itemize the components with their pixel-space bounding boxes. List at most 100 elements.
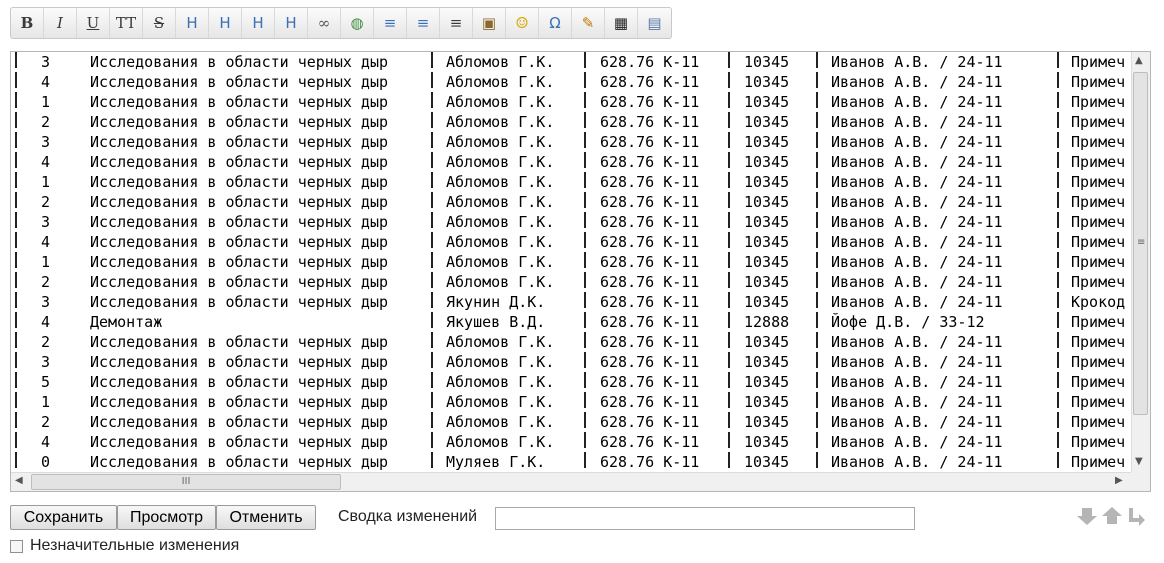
cell-note: Примеч bbox=[1071, 173, 1126, 191]
minor-edit-checkbox[interactable] bbox=[10, 539, 23, 553]
column-separator bbox=[728, 72, 730, 88]
table-row[interactable]: 2 Исследования в области черных дыр Абломо… bbox=[11, 272, 1131, 292]
heading-2-button[interactable]: H bbox=[209, 8, 242, 38]
table-row[interactable]: 2 Исследования в области черных дыр Абломо… bbox=[11, 412, 1131, 432]
indent-button[interactable]: ≡ bbox=[440, 8, 473, 38]
italic-button[interactable]: I bbox=[44, 8, 77, 38]
underline-button[interactable]: U bbox=[77, 8, 110, 38]
editor-content[interactable]: 3 Исследования в области черных дыр Абломо… bbox=[11, 52, 1131, 472]
summary-input[interactable] bbox=[495, 507, 915, 530]
column-separator bbox=[816, 312, 818, 328]
vertical-scroll-thumb[interactable]: ≡ bbox=[1133, 72, 1148, 415]
table-row[interactable]: 1 Исследования в области черных дыр Абломо… bbox=[11, 92, 1131, 112]
bold-button[interactable]: B bbox=[11, 8, 44, 38]
globe-link-button[interactable]: ◍ bbox=[341, 8, 374, 38]
column-separator bbox=[1057, 212, 1059, 228]
cell-id: 10345 bbox=[744, 413, 790, 431]
arrow-down-icon[interactable] bbox=[1076, 506, 1098, 526]
preview-button[interactable]: Просмотр bbox=[117, 505, 216, 530]
table-row[interactable]: 2 Исследования в области черных дыр Абломо… bbox=[11, 332, 1131, 352]
column-separator bbox=[15, 52, 17, 68]
table-row[interactable]: 5 Исследования в области черных дыр Абломо… bbox=[11, 372, 1131, 392]
table-row[interactable]: 4 Демонтаж Якушев В.Д. 628.76 К-11 12888 Йофе… bbox=[11, 312, 1131, 332]
table-row[interactable]: 3 Исследования в области черных дыр Абломо… bbox=[11, 132, 1131, 152]
column-separator bbox=[584, 392, 586, 408]
column-separator bbox=[816, 392, 818, 408]
cell-title: Исследования в области черных дыр bbox=[90, 133, 389, 151]
column-separator bbox=[15, 92, 17, 108]
table-row[interactable]: 4 Исследования в области черных дыр Абломо… bbox=[11, 432, 1131, 452]
column-separator bbox=[584, 92, 586, 108]
template-button[interactable]: ▤ bbox=[638, 8, 671, 38]
column-separator bbox=[15, 292, 17, 308]
column-separator bbox=[816, 132, 818, 148]
cell-note: Крокод bbox=[1071, 293, 1126, 311]
arrow-up-icon[interactable] bbox=[1101, 506, 1123, 526]
strikethrough-button[interactable]: S bbox=[143, 8, 176, 38]
cell-title: Исследования в области черных дыр bbox=[90, 293, 389, 311]
wikitext-editor[interactable]: 3 Исследования в области черных дыр Абломо… bbox=[10, 51, 1151, 492]
column-separator bbox=[816, 52, 818, 68]
cell-num: 2 bbox=[41, 193, 51, 211]
table-row[interactable]: 1 Исследования в области черных дыр Абломо… bbox=[11, 252, 1131, 272]
cell-id: 10345 bbox=[744, 393, 790, 411]
cancel-button[interactable]: Отменить bbox=[216, 505, 316, 530]
heading-3-button[interactable]: H bbox=[242, 8, 275, 38]
cell-author: Якунин Д.К. bbox=[446, 293, 546, 311]
cell-note: Примеч bbox=[1071, 113, 1126, 131]
cell-resp: Иванов А.В. / 24-11 bbox=[831, 93, 1003, 111]
resize-corner[interactable] bbox=[1131, 472, 1150, 491]
minor-edit-option[interactable]: Незначительные изменения bbox=[10, 537, 239, 555]
cell-title: Исследования в области черных дыр bbox=[90, 253, 389, 271]
column-separator bbox=[431, 352, 433, 368]
column-separator bbox=[431, 172, 433, 188]
signature-button[interactable]: ✎ bbox=[572, 8, 605, 38]
image-button[interactable]: ▣ bbox=[473, 8, 506, 38]
cell-note: Примеч bbox=[1071, 453, 1126, 471]
table-button[interactable]: ▦ bbox=[605, 8, 638, 38]
scroll-down-icon[interactable]: ▼ bbox=[1135, 456, 1143, 467]
vertical-scrollbar[interactable]: ▲ ≡ ▼ bbox=[1131, 52, 1150, 472]
column-separator bbox=[816, 232, 818, 248]
cell-note: Примеч bbox=[1071, 433, 1126, 451]
table-row[interactable]: 1 Исследования в области черных дыр Абломо… bbox=[11, 392, 1131, 412]
horizontal-scroll-thumb[interactable]: III bbox=[31, 474, 341, 490]
omega-button[interactable]: Ω bbox=[539, 8, 572, 38]
cell-author: Абломов Г.К. bbox=[446, 193, 555, 211]
heading-4-button[interactable]: H bbox=[275, 8, 308, 38]
scroll-left-icon[interactable]: ◀ bbox=[15, 475, 23, 486]
table-row[interactable]: 3 Исследования в области черных дыр Абломо… bbox=[11, 352, 1131, 372]
horizontal-scrollbar[interactable]: ◀ III ▶ bbox=[11, 472, 1131, 491]
table-row[interactable]: 3 Исследования в области черных дыр Якунин… bbox=[11, 292, 1131, 312]
scroll-up-icon[interactable]: ▲ bbox=[1135, 55, 1143, 66]
smiley-button[interactable]: ☺ bbox=[506, 8, 539, 38]
save-button[interactable]: Сохранить bbox=[10, 505, 117, 530]
table-row[interactable]: 3 Исследования в области черных дыр Абломо… bbox=[11, 52, 1131, 72]
table-row[interactable]: 4 Исследования в области черных дыр Абломо… bbox=[11, 72, 1131, 92]
small-caps-icon: TT bbox=[115, 14, 137, 32]
heading-1-button[interactable]: H bbox=[176, 8, 209, 38]
column-separator bbox=[728, 132, 730, 148]
cell-resp: Иванов А.В. / 24-11 bbox=[831, 293, 1003, 311]
cell-author: Абломов Г.К. bbox=[446, 153, 555, 171]
column-separator bbox=[1057, 392, 1059, 408]
cell-resp: Иванов А.В. / 24-11 bbox=[831, 213, 1003, 231]
table-row[interactable]: 2 Исследования в области черных дыр Абломо… bbox=[11, 192, 1131, 212]
cell-id: 12888 bbox=[744, 313, 790, 331]
cell-title: Исследования в области черных дыр bbox=[90, 93, 389, 111]
table-row[interactable]: 2 Исследования в области черных дыр Абломо… bbox=[11, 112, 1131, 132]
table-row[interactable]: 0 Исследования в области черных дыр Муляев… bbox=[11, 452, 1131, 472]
column-separator bbox=[584, 372, 586, 388]
scroll-right-icon[interactable]: ▶ bbox=[1115, 475, 1123, 486]
numbered-list-button[interactable]: ≡ bbox=[374, 8, 407, 38]
column-separator bbox=[431, 112, 433, 128]
bulleted-list-button[interactable]: ≡ bbox=[407, 8, 440, 38]
small-caps-button[interactable]: TT bbox=[110, 8, 143, 38]
cell-note: Примеч bbox=[1071, 393, 1126, 411]
link-button[interactable]: ∞ bbox=[308, 8, 341, 38]
table-row[interactable]: 3 Исследования в области черных дыр Абломо… bbox=[11, 212, 1131, 232]
table-row[interactable]: 4 Исследования в области черных дыр Абломо… bbox=[11, 152, 1131, 172]
table-row[interactable]: 1 Исследования в области черных дыр Абломо… bbox=[11, 172, 1131, 192]
return-arrow-icon[interactable] bbox=[1126, 506, 1146, 526]
table-row[interactable]: 4 Исследования в области черных дыр Абломо… bbox=[11, 232, 1131, 252]
